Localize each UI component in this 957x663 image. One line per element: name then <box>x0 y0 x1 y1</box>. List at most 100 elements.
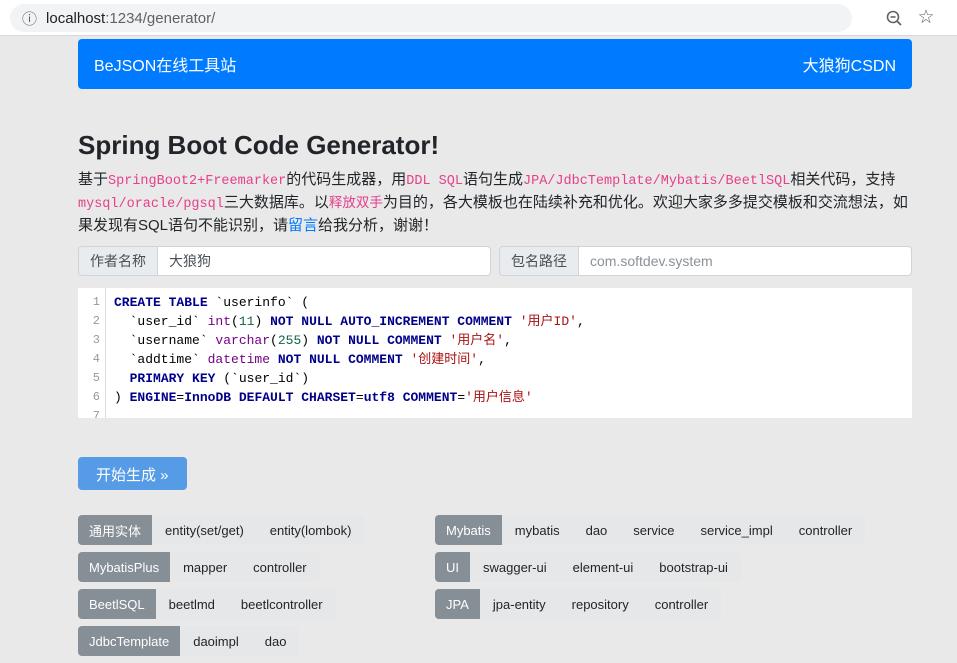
zoom-out-glyph <box>884 8 904 28</box>
code-token: 11 <box>239 314 255 329</box>
code-token: datetime <box>208 352 270 367</box>
code-line[interactable] <box>114 407 912 418</box>
template-groups: 通用实体entity(set/get)entity(lombok) Mybatis… <box>78 515 912 663</box>
line-number: 5 <box>78 369 100 388</box>
group-label-button[interactable]: UI <box>435 552 470 582</box>
template-button[interactable]: controller <box>240 552 319 582</box>
code-token: 255 <box>278 333 301 348</box>
line-number: 2 <box>78 312 100 331</box>
code-token: '用户名' <box>450 333 505 348</box>
group-label-button[interactable]: JdbcTemplate <box>78 626 180 656</box>
address-bar[interactable]: ⓘ localhost:1234/generator/ <box>10 4 852 32</box>
author-input-group: 作者名称 <box>78 246 491 276</box>
template-button[interactable]: bootstrap-ui <box>646 552 741 582</box>
editor-code-area[interactable]: CREATE TABLE `userinfo` ( `user_id` int(… <box>106 288 912 418</box>
browser-toolbar: ⓘ localhost:1234/generator/ ☆ <box>0 0 957 36</box>
template-group-row: MybatisPlusmappercontroller <box>78 552 435 589</box>
code-line[interactable]: `username` varchar(255) NOT NULL COMMENT… <box>114 331 912 350</box>
description: 基于SpringBoot2+Freemarker的代码生成器，用DDL SQL语… <box>78 169 912 236</box>
code-token: ( <box>270 333 278 348</box>
description-link-segment[interactable]: 留言 <box>288 217 318 234</box>
line-number: 3 <box>78 331 100 350</box>
code-token: CREATE TABLE <box>114 295 208 310</box>
navbar-brand[interactable]: BeJSON在线工具站 <box>94 52 236 76</box>
page-body: BeJSON在线工具站 大狼狗CSDN Spring Boot Code Gen… <box>0 37 957 645</box>
code-token <box>442 333 450 348</box>
code-token: , <box>478 352 486 367</box>
template-button[interactable]: controller <box>786 515 865 545</box>
template-button[interactable]: service <box>620 515 687 545</box>
group-label-button[interactable]: BeetlSQL <box>78 589 156 619</box>
template-button[interactable]: mybatis <box>502 515 573 545</box>
code-token: ) <box>254 314 270 329</box>
description-text-segment: 的代码生成器，用 <box>286 171 406 188</box>
template-group-row: 通用实体entity(set/get)entity(lombok) <box>78 515 435 552</box>
template-button-group: Mybatismybatisdaoserviceservice_implcont… <box>435 515 865 545</box>
template-button[interactable]: jpa-entity <box>480 589 559 619</box>
code-token: = <box>356 390 364 405</box>
code-token: `userinfo` ( <box>208 295 309 310</box>
content-container: BeJSON在线工具站 大狼狗CSDN Spring Boot Code Gen… <box>78 37 912 663</box>
code-token: int <box>208 314 231 329</box>
package-label: 包名路径 <box>499 246 578 276</box>
group-label-button[interactable]: Mybatis <box>435 515 502 545</box>
code-token: , <box>504 333 512 348</box>
template-button[interactable]: controller <box>642 589 721 619</box>
page-info-icon[interactable]: ⓘ <box>22 8 37 29</box>
group-label-button[interactable]: MybatisPlus <box>78 552 170 582</box>
description-code-segment: mysql/oracle/pgsql <box>78 197 224 212</box>
code-token: ) <box>301 333 317 348</box>
template-button[interactable]: mapper <box>170 552 240 582</box>
code-token: NOT NULL AUTO_INCREMENT COMMENT <box>270 314 512 329</box>
code-token <box>270 352 278 367</box>
description-text-segment: 相关代码，支持 <box>790 171 895 188</box>
template-button[interactable]: beetlcontroller <box>228 589 336 619</box>
code-line[interactable]: `addtime` datetime NOT NULL COMMENT '创建时… <box>114 350 912 369</box>
template-button[interactable]: daoimpl <box>180 626 252 656</box>
description-code-segment: JPA/JdbcTemplate/Mybatis/BeetlSQL <box>523 174 790 189</box>
navbar-right-link[interactable]: 大狼狗CSDN <box>803 52 896 76</box>
description-text-segment: 给我分析，谢谢！ <box>318 217 438 234</box>
code-line[interactable]: ) ENGINE=InnoDB DEFAULT CHARSET=utf8 COM… <box>114 388 912 407</box>
bookmark-star-icon[interactable]: ☆ <box>916 8 936 28</box>
template-button[interactable]: dao <box>252 626 300 656</box>
code-token: ENGINE <box>130 390 177 405</box>
template-button-group: MybatisPlusmappercontroller <box>78 552 320 582</box>
code-line[interactable]: `user_id` int(11) NOT NULL AUTO_INCREMEN… <box>114 312 912 331</box>
generate-button[interactable]: 开始生成 » <box>78 457 187 490</box>
code-token: varchar <box>215 333 270 348</box>
zoom-out-icon[interactable] <box>884 8 904 28</box>
template-groups-right-column: Mybatismybatisdaoserviceservice_implcont… <box>435 515 912 663</box>
template-button-group: BeetlSQLbeetlmdbeetlcontroller <box>78 589 336 619</box>
description-code-segment: SpringBoot2+Freemarker <box>108 174 286 189</box>
template-button[interactable]: entity(lombok) <box>257 515 365 545</box>
code-line[interactable]: PRIMARY KEY (`user_id`) <box>114 369 912 388</box>
template-button[interactable]: element-ui <box>560 552 647 582</box>
group-label-button[interactable]: JPA <box>435 589 480 619</box>
template-group-row: JPAjpa-entityrepositorycontroller <box>435 589 912 626</box>
author-input[interactable] <box>157 246 491 276</box>
template-button[interactable]: beetlmd <box>156 589 228 619</box>
code-line[interactable]: CREATE TABLE `userinfo` ( <box>114 293 912 312</box>
code-token: `addtime` <box>114 352 208 367</box>
template-button[interactable]: repository <box>559 589 642 619</box>
url-host: localhost <box>46 10 105 27</box>
template-button-group: 通用实体entity(set/get)entity(lombok) <box>78 515 364 545</box>
template-group-row: UIswagger-uielement-uibootstrap-ui <box>435 552 912 589</box>
package-input[interactable] <box>578 246 912 276</box>
page-title: Spring Boot Code Generator! <box>78 127 912 163</box>
code-token: PRIMARY KEY <box>130 371 216 386</box>
code-token: NOT NULL COMMENT <box>317 333 442 348</box>
code-token: = <box>457 390 465 405</box>
group-label-button[interactable]: 通用实体 <box>78 515 152 545</box>
line-number: 4 <box>78 350 100 369</box>
template-button[interactable]: entity(set/get) <box>152 515 257 545</box>
template-button-group: JPAjpa-entityrepositorycontroller <box>435 589 721 619</box>
template-button-group: UIswagger-uielement-uibootstrap-ui <box>435 552 741 582</box>
code-token: , <box>577 314 585 329</box>
template-button[interactable]: swagger-ui <box>470 552 560 582</box>
sql-code-editor[interactable]: 1234567 CREATE TABLE `userinfo` ( `user_… <box>78 288 912 418</box>
template-button[interactable]: service_impl <box>687 515 785 545</box>
template-button[interactable]: dao <box>573 515 621 545</box>
description-text-segment: 基于 <box>78 171 108 188</box>
